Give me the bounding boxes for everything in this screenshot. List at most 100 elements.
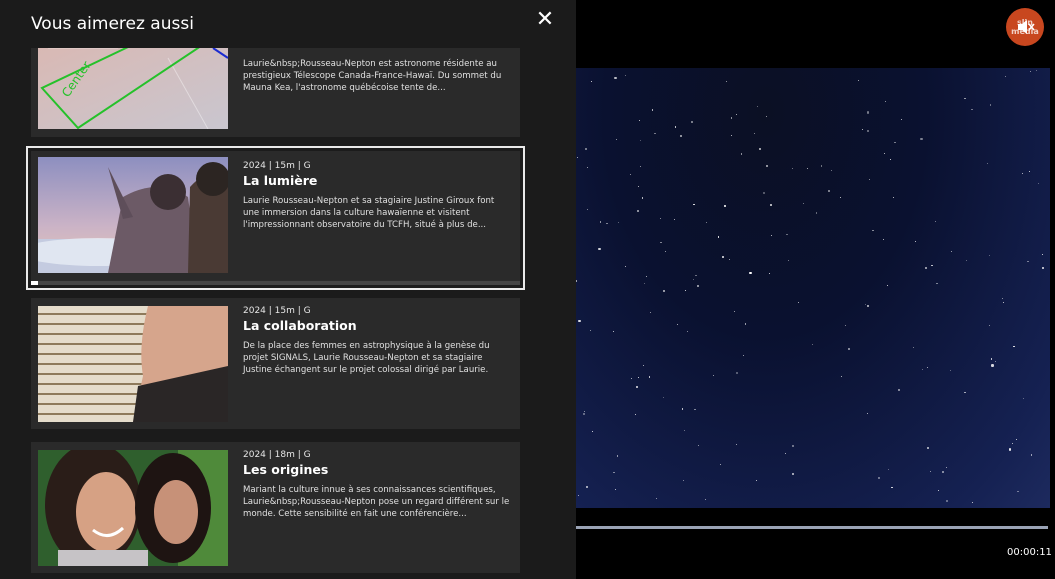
star <box>654 132 656 135</box>
thumbnail-image <box>38 306 228 422</box>
recommendations-panel: Vous aimerez aussi ✕ Center Laurie&nbsp;… <box>0 0 576 579</box>
star <box>867 412 869 414</box>
star <box>659 218 661 220</box>
star <box>986 162 988 164</box>
star <box>696 284 699 287</box>
star <box>677 323 679 325</box>
star <box>586 486 588 488</box>
star <box>637 377 639 379</box>
star <box>900 118 902 121</box>
star <box>872 229 874 231</box>
star <box>583 413 585 415</box>
star <box>882 238 884 240</box>
star <box>867 305 869 307</box>
star <box>631 377 633 379</box>
star <box>792 445 794 447</box>
star <box>769 204 773 207</box>
recommendation-card-selected[interactable]: 2024 | 15m | G La lumière Laurie Roussea… <box>26 146 525 290</box>
star <box>697 444 700 447</box>
star <box>635 385 638 388</box>
star <box>946 500 949 503</box>
star <box>639 120 641 122</box>
star <box>1008 448 1012 451</box>
star <box>1028 170 1031 172</box>
star <box>615 139 617 141</box>
star <box>735 371 739 374</box>
star <box>802 202 805 205</box>
star <box>1027 260 1029 263</box>
star <box>613 471 615 474</box>
star <box>867 111 870 114</box>
video-frame[interactable] <box>576 68 1050 508</box>
star <box>924 266 927 270</box>
recommendation-card[interactable]: 2024 | 18m | G Les origines Mariant la c… <box>31 442 520 573</box>
star <box>717 236 720 238</box>
star <box>735 113 738 116</box>
video-scrubber[interactable] <box>576 526 1048 529</box>
star <box>964 392 966 394</box>
star <box>839 196 841 198</box>
star <box>990 358 993 360</box>
star <box>753 132 756 135</box>
star <box>651 109 654 111</box>
star <box>815 212 818 214</box>
star <box>584 147 587 150</box>
star <box>1030 454 1032 456</box>
star <box>858 80 860 82</box>
star <box>1036 70 1038 72</box>
time-readout: 00:00:11 <box>1007 547 1052 558</box>
star <box>927 367 929 369</box>
star <box>807 168 809 170</box>
close-icon[interactable]: ✕ <box>534 8 556 32</box>
star <box>831 170 833 172</box>
star <box>577 156 579 158</box>
star <box>684 290 686 292</box>
star <box>662 396 664 398</box>
star <box>686 330 689 333</box>
star <box>861 128 863 130</box>
star <box>731 134 733 136</box>
star <box>674 218 676 220</box>
card-title: Les origines <box>243 462 329 477</box>
thumbnail-image: Center <box>38 48 228 129</box>
star <box>1013 345 1015 348</box>
star <box>821 165 823 167</box>
star <box>994 360 996 362</box>
card-title: La collaboration <box>243 318 357 333</box>
star <box>894 141 896 143</box>
star <box>656 497 658 500</box>
star <box>645 275 648 278</box>
card-meta: 2024 | 18m | G <box>243 450 311 460</box>
card-title: La lumière <box>243 173 318 188</box>
star <box>719 463 721 465</box>
star <box>765 115 767 117</box>
star <box>1002 301 1004 303</box>
card-description: Laurie Rousseau-Nepton et sa stagiaire J… <box>243 196 495 230</box>
star <box>912 346 914 348</box>
speaker-muted-icon[interactable]: slin media <box>1006 8 1044 46</box>
star <box>989 324 991 327</box>
star <box>648 376 650 378</box>
star <box>590 81 592 83</box>
star <box>598 247 601 250</box>
panel-title: Vous aimerez aussi <box>31 14 194 34</box>
watch-progress-bar <box>31 281 520 285</box>
star <box>726 80 728 82</box>
star <box>766 165 768 167</box>
star <box>745 323 747 325</box>
star <box>768 272 771 275</box>
card-description: De la place des femmes en astrophysique … <box>243 341 490 375</box>
star <box>650 312 652 314</box>
star <box>704 498 706 500</box>
star <box>797 301 799 303</box>
card-meta: 2024 | 15m | G <box>243 306 311 316</box>
star <box>989 255 991 257</box>
recommendation-card[interactable]: Center Laurie&nbsp;Rousseau-Nepton est a… <box>31 48 520 137</box>
star <box>950 369 952 371</box>
recommendation-card[interactable]: 2024 | 15m | G La collaboration De la pl… <box>31 298 520 429</box>
star <box>758 148 761 151</box>
star <box>730 117 733 119</box>
thumbnail-image <box>38 450 228 566</box>
star <box>888 468 890 471</box>
star <box>735 443 737 445</box>
